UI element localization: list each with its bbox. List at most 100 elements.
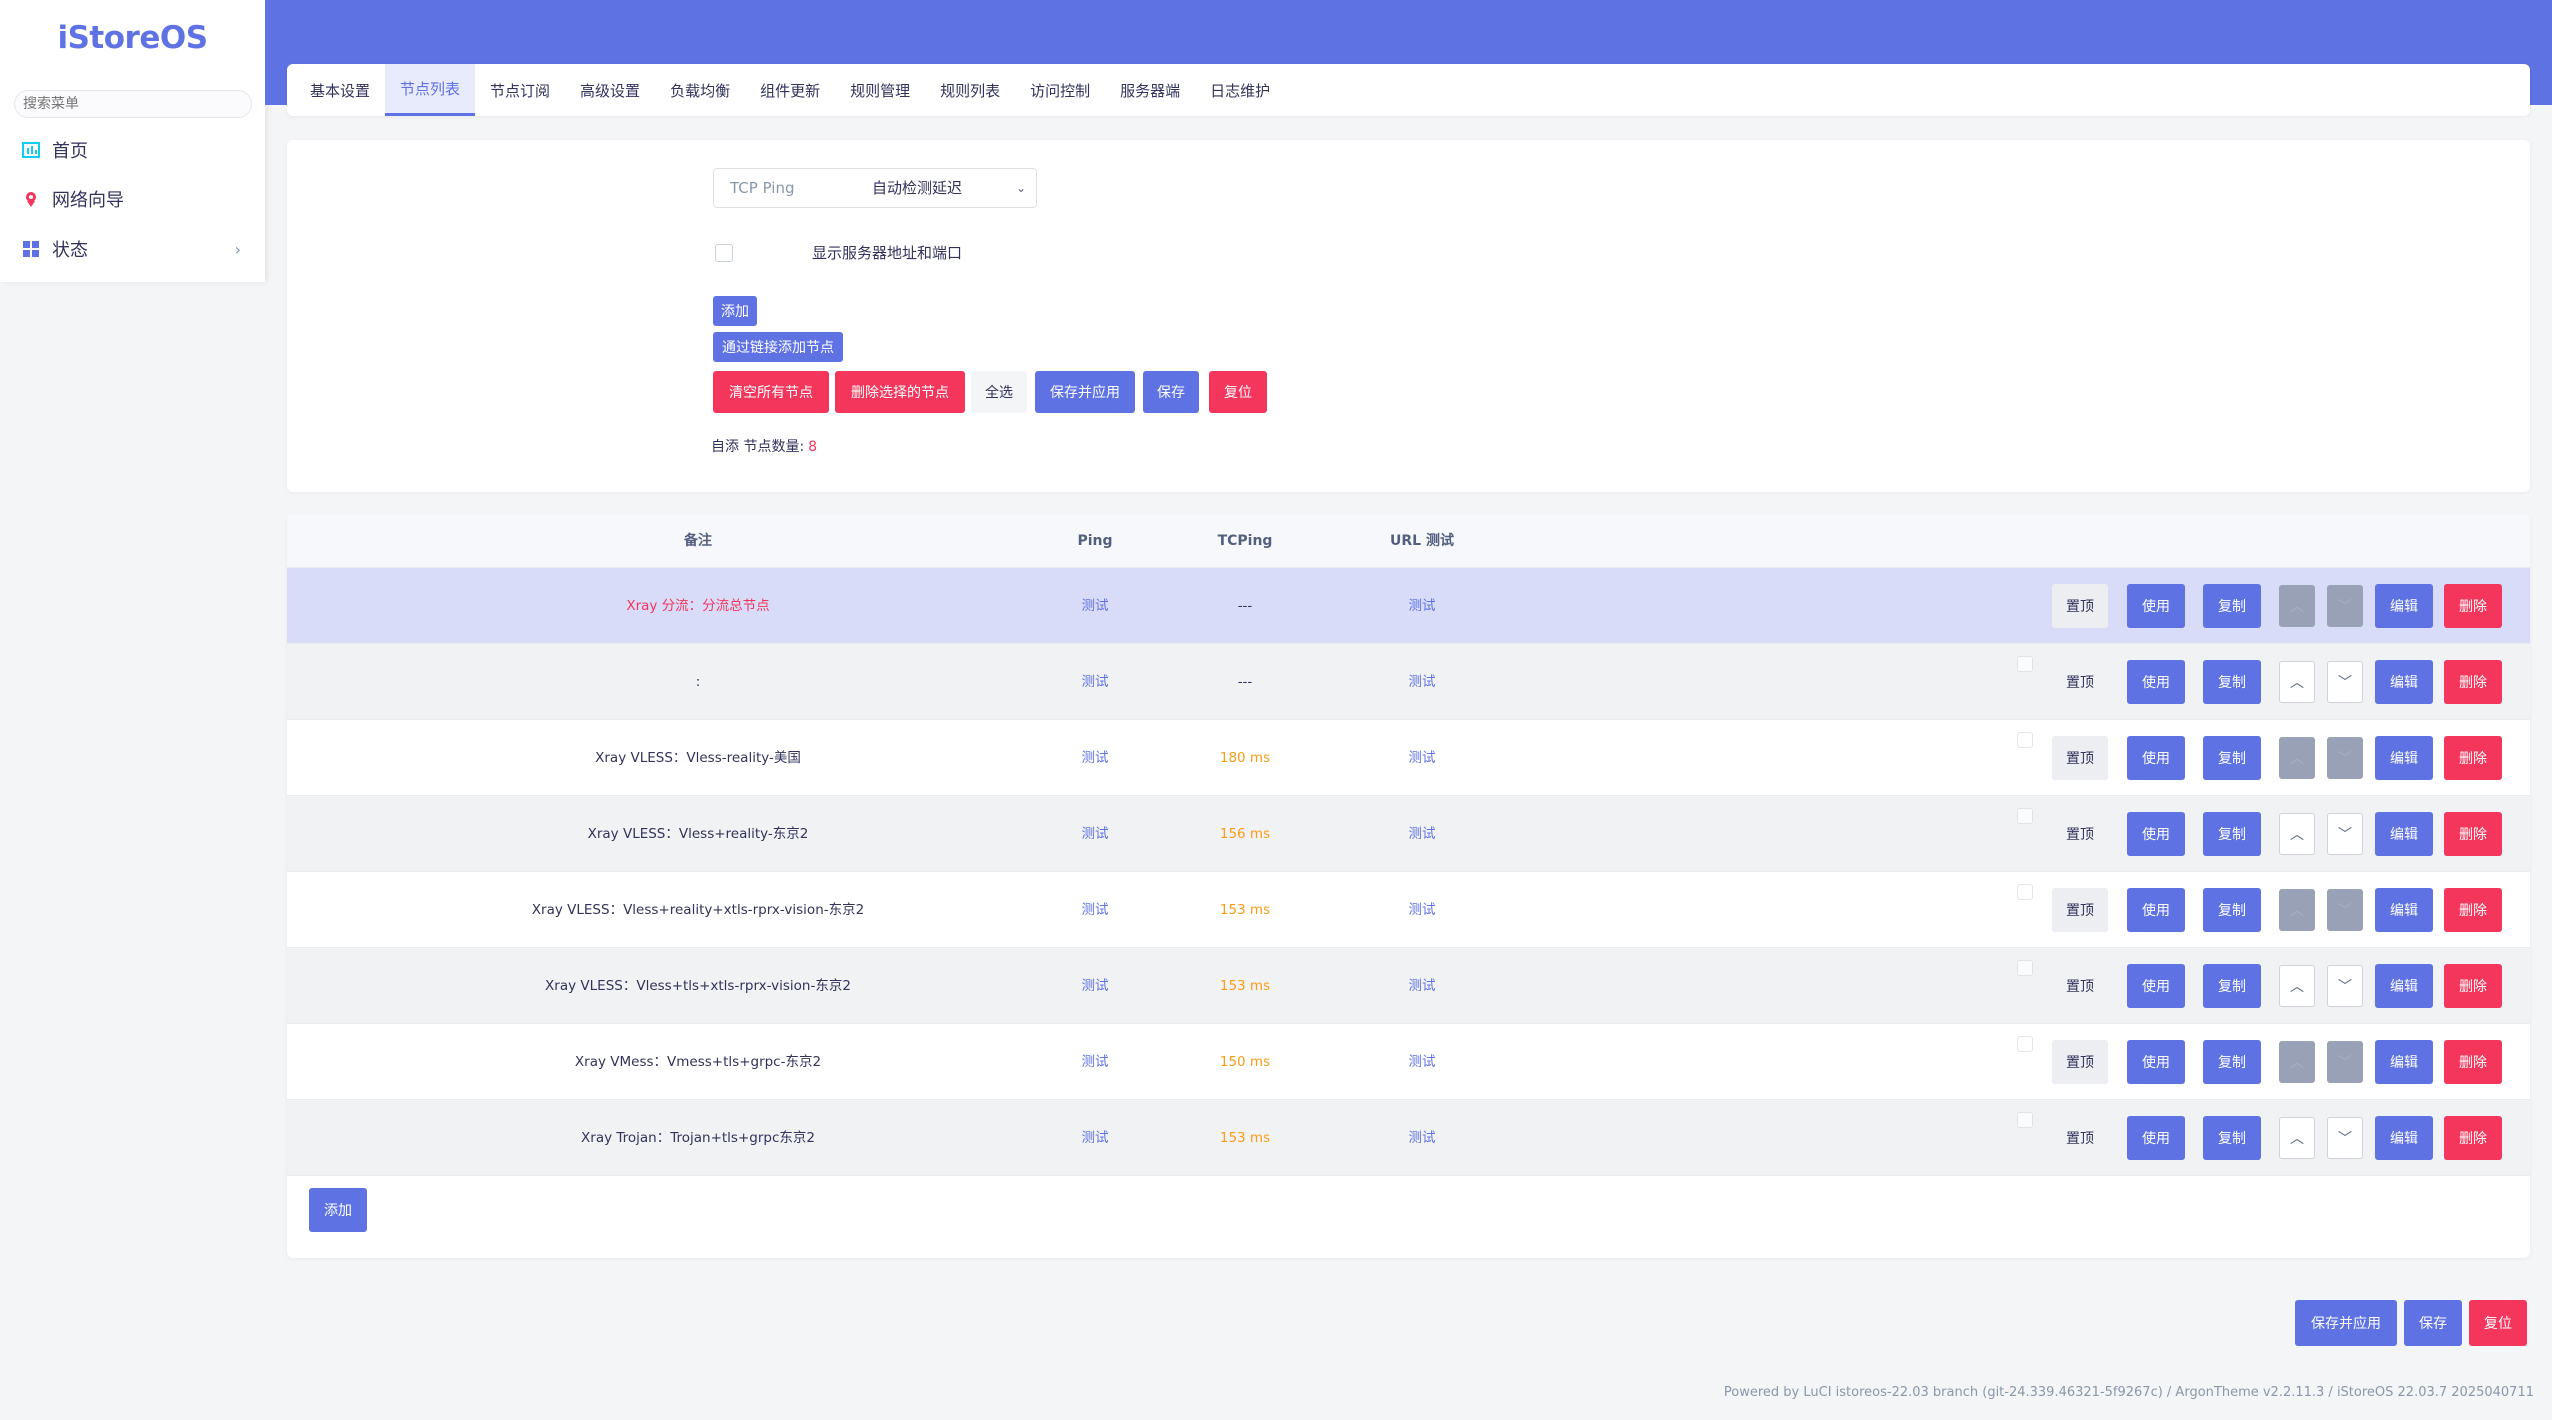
pin-top-button[interactable]: 置顶 [2052, 1040, 2108, 1084]
move-down-icon[interactable]: ﹀ [2327, 1041, 2363, 1083]
ping-test-link[interactable]: 测试 [1082, 644, 1109, 720]
edit-node-button[interactable]: 编辑 [2375, 964, 2433, 1008]
edit-node-button[interactable]: 编辑 [2375, 736, 2433, 780]
move-down-icon[interactable]: ﹀ [2327, 1117, 2363, 1159]
move-down-icon[interactable]: ﹀ [2327, 813, 2363, 855]
tab-node-list[interactable]: 节点列表 [385, 64, 476, 116]
page-reset-button[interactable]: 复位 [2469, 1300, 2527, 1346]
pin-top-button[interactable]: 置顶 [2052, 584, 2108, 628]
add-node-bottom-button[interactable]: 添加 [309, 1188, 367, 1232]
tab-component-update[interactable]: 组件更新 [745, 64, 835, 116]
use-node-button[interactable]: 使用 [2127, 964, 2185, 1008]
move-up-icon[interactable]: ︿ [2279, 813, 2315, 855]
brand-logo[interactable]: iStoreOS [0, 20, 265, 56]
add-by-link-button[interactable]: 通过链接添加节点 [713, 332, 843, 362]
move-up-icon[interactable]: ︿ [2279, 965, 2315, 1007]
use-node-button[interactable]: 使用 [2127, 1040, 2185, 1084]
copy-node-button[interactable]: 复制 [2203, 812, 2261, 856]
move-down-icon[interactable]: ﹀ [2327, 889, 2363, 931]
move-up-icon[interactable]: ︿ [2279, 1117, 2315, 1159]
delete-node-button[interactable]: 删除 [2444, 736, 2502, 780]
url-test-link[interactable]: 测试 [1409, 948, 1436, 1024]
tab-basic-settings[interactable]: 基本设置 [295, 64, 385, 116]
save-apply-button[interactable]: 保存并应用 [1035, 371, 1135, 413]
row-select-checkbox[interactable] [2017, 1036, 2033, 1052]
copy-node-button[interactable]: 复制 [2203, 660, 2261, 704]
move-down-icon[interactable]: ﹀ [2327, 661, 2363, 703]
pin-top-button[interactable]: 置顶 [2052, 812, 2108, 856]
reset-button[interactable]: 复位 [1209, 371, 1267, 413]
url-test-link[interactable]: 测试 [1409, 872, 1436, 948]
row-select-checkbox[interactable] [2017, 732, 2033, 748]
pin-top-button[interactable]: 置顶 [2052, 964, 2108, 1008]
sidebar-item-home[interactable]: 首页 [0, 130, 265, 170]
ping-test-link[interactable]: 测试 [1082, 1100, 1109, 1176]
ping-test-link[interactable]: 测试 [1082, 948, 1109, 1024]
sidebar-item-network-wizard[interactable]: 网络向导 [0, 179, 265, 219]
move-down-icon[interactable]: ﹀ [2327, 965, 2363, 1007]
move-down-icon[interactable]: ﹀ [2327, 585, 2363, 627]
copy-node-button[interactable]: 复制 [2203, 1116, 2261, 1160]
move-up-icon[interactable]: ︿ [2279, 889, 2315, 931]
tab-rule-manage[interactable]: 规则管理 [835, 64, 925, 116]
tab-advanced-settings[interactable]: 高级设置 [565, 64, 655, 116]
page-save-apply-button[interactable]: 保存并应用 [2295, 1300, 2397, 1346]
url-test-link[interactable]: 测试 [1409, 720, 1436, 796]
edit-node-button[interactable]: 编辑 [2375, 1040, 2433, 1084]
url-test-link[interactable]: 测试 [1409, 1024, 1436, 1100]
url-test-link[interactable]: 测试 [1409, 568, 1436, 644]
show-server-checkbox[interactable] [715, 244, 733, 262]
tab-node-subscribe[interactable]: 节点订阅 [475, 64, 565, 116]
use-node-button[interactable]: 使用 [2127, 660, 2185, 704]
tab-log-maintenance[interactable]: 日志维护 [1195, 64, 1285, 116]
menu-search-input[interactable] [14, 90, 252, 118]
pin-top-button[interactable]: 置顶 [2052, 660, 2108, 704]
copy-node-button[interactable]: 复制 [2203, 736, 2261, 780]
delete-node-button[interactable]: 删除 [2444, 812, 2502, 856]
edit-node-button[interactable]: 编辑 [2375, 888, 2433, 932]
delete-node-button[interactable]: 删除 [2444, 584, 2502, 628]
edit-node-button[interactable]: 编辑 [2375, 660, 2433, 704]
ping-test-link[interactable]: 测试 [1082, 872, 1109, 948]
copy-node-button[interactable]: 复制 [2203, 964, 2261, 1008]
ping-test-link[interactable]: 测试 [1082, 720, 1109, 796]
ping-test-link[interactable]: 测试 [1082, 568, 1109, 644]
pin-top-button[interactable]: 置顶 [2052, 1116, 2108, 1160]
use-node-button[interactable]: 使用 [2127, 736, 2185, 780]
page-save-button[interactable]: 保存 [2404, 1300, 2462, 1346]
add-node-button[interactable]: 添加 [713, 296, 757, 326]
delete-node-button[interactable]: 删除 [2444, 1116, 2502, 1160]
row-select-checkbox[interactable] [2017, 960, 2033, 976]
ping-test-link[interactable]: 测试 [1082, 796, 1109, 872]
use-node-button[interactable]: 使用 [2127, 584, 2185, 628]
tab-rule-list[interactable]: 规则列表 [925, 64, 1015, 116]
delete-node-button[interactable]: 删除 [2444, 964, 2502, 1008]
row-select-checkbox[interactable] [2017, 808, 2033, 824]
tab-access-control[interactable]: 访问控制 [1015, 64, 1105, 116]
edit-node-button[interactable]: 编辑 [2375, 812, 2433, 856]
pin-top-button[interactable]: 置顶 [2052, 888, 2108, 932]
row-select-checkbox[interactable] [2017, 884, 2033, 900]
use-node-button[interactable]: 使用 [2127, 1116, 2185, 1160]
delete-node-button[interactable]: 删除 [2444, 660, 2502, 704]
url-test-link[interactable]: 测试 [1409, 1100, 1436, 1176]
pin-top-button[interactable]: 置顶 [2052, 736, 2108, 780]
delete-node-button[interactable]: 删除 [2444, 1040, 2502, 1084]
move-up-icon[interactable]: ︿ [2279, 585, 2315, 627]
copy-node-button[interactable]: 复制 [2203, 888, 2261, 932]
move-up-icon[interactable]: ︿ [2279, 1041, 2315, 1083]
auto-latency-select[interactable]: TCP Ping ⌄ [713, 168, 1037, 208]
edit-node-button[interactable]: 编辑 [2375, 1116, 2433, 1160]
delete-node-button[interactable]: 删除 [2444, 888, 2502, 932]
ping-test-link[interactable]: 测试 [1082, 1024, 1109, 1100]
tab-server[interactable]: 服务器端 [1105, 64, 1195, 116]
move-down-icon[interactable]: ﹀ [2327, 737, 2363, 779]
copy-node-button[interactable]: 复制 [2203, 584, 2261, 628]
delete-selected-button[interactable]: 删除选择的节点 [835, 371, 965, 413]
row-select-checkbox[interactable] [2017, 656, 2033, 672]
edit-node-button[interactable]: 编辑 [2375, 584, 2433, 628]
tab-load-balance[interactable]: 负载均衡 [655, 64, 745, 116]
copy-node-button[interactable]: 复制 [2203, 1040, 2261, 1084]
sidebar-item-status[interactable]: 状态 › [0, 229, 265, 269]
save-button[interactable]: 保存 [1143, 371, 1199, 413]
